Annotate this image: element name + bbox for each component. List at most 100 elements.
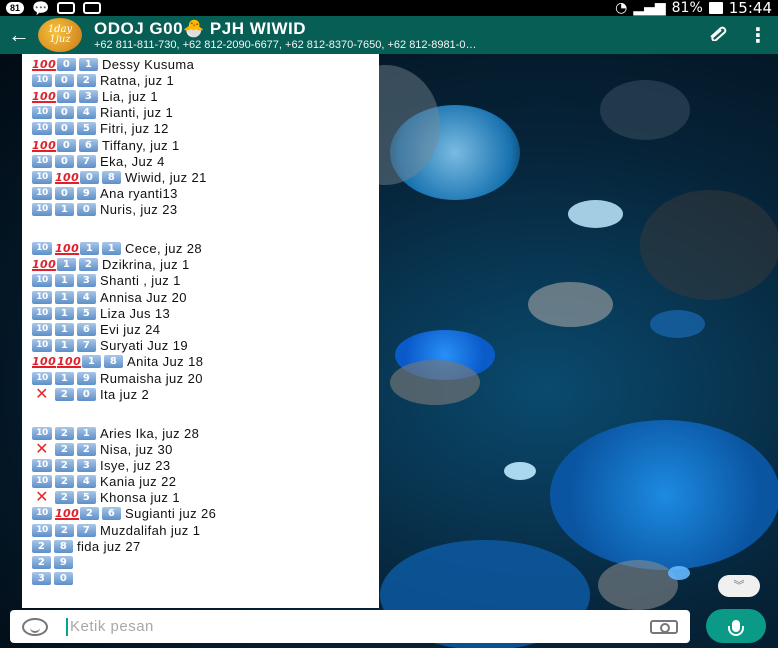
- message-line: 10 100 1 1 Cece, juz 28: [32, 240, 369, 256]
- keycap-icon: 2: [80, 507, 99, 521]
- keycap-icon: 2: [55, 442, 74, 456]
- keycap-icon: 9: [77, 371, 96, 385]
- message-input[interactable]: [70, 618, 650, 635]
- group-name: ODOJ G00🐣 PJH WIWID: [94, 19, 307, 38]
- messenger-icon: 💬: [32, 0, 50, 16]
- keycap-icon: 9: [77, 187, 96, 201]
- member-entry: Dzikrina, juz 1: [102, 257, 190, 273]
- keycap-icon: 2: [77, 73, 96, 87]
- keycap-icon: 2: [32, 556, 51, 570]
- keycap-icon: 0: [57, 138, 76, 152]
- keycap-icon: 1: [55, 290, 74, 304]
- message-line: 10 1 6 Evi juz 24: [32, 321, 369, 337]
- message-line: 10 0 2 Ratna, juz 1: [32, 72, 369, 88]
- wifi-icon: ◔: [615, 0, 628, 16]
- message-line: 10 0 5 Fitri, juz 12: [32, 121, 369, 137]
- member-entry: Tiffany, juz 1: [102, 137, 180, 153]
- member-entry: Rianti, juz 1: [100, 105, 174, 121]
- keycap-icon: 4: [77, 290, 96, 304]
- keycap-icon: 10: [32, 306, 52, 320]
- scroll-down-icon[interactable]: ︾: [718, 575, 760, 597]
- member-entry: Fitri, juz 12: [100, 121, 169, 137]
- group-avatar[interactable]: 1day 1juz: [38, 18, 82, 52]
- keycap-icon: 7: [77, 154, 96, 168]
- keycap-icon: 10: [32, 426, 52, 440]
- member-entry: Liza Jus 13: [100, 305, 171, 321]
- message-line: ✕ 2 0 Ita juz 2: [32, 386, 369, 402]
- hundred-points-icon: 100: [32, 89, 57, 103]
- cross-mark-icon: ✕: [35, 385, 49, 403]
- keycap-icon: 10: [32, 106, 52, 120]
- camera-icon[interactable]: [650, 619, 678, 634]
- keycap-icon: 2: [55, 458, 74, 472]
- chat-title-area[interactable]: ODOJ G00🐣 PJH WIWID +62 811-811-730, +62…: [94, 19, 698, 51]
- keycap-icon: 0: [55, 73, 74, 87]
- keycap-icon: 10: [32, 274, 52, 288]
- keycap-icon: 8: [104, 355, 123, 369]
- message-line: 10 2 7 Muzdalifah juz 1: [32, 522, 369, 538]
- keycap-icon: 1: [55, 339, 74, 353]
- more-vertical-icon[interactable]: ⋮: [738, 23, 778, 48]
- member-entry: Dessy Kusuma: [102, 56, 195, 72]
- keycap-icon: 10: [32, 170, 52, 184]
- member-entry: Shanti , juz 1: [100, 273, 181, 289]
- keycap-icon: 0: [54, 572, 73, 586]
- message-bubble[interactable]: 100 0 1 Dessy Kusuma 10 0 2 Ratna, juz 1 100 0 3 Li…: [22, 54, 379, 608]
- message-line: 30: [32, 571, 369, 587]
- member-entry: Wiwid, juz 21: [125, 169, 207, 185]
- keycap-icon: 0: [57, 89, 76, 103]
- keycap-icon: 2: [79, 258, 98, 272]
- status-bar: 81 💬 ◔ ▂▄▆ 81% 15:44: [0, 0, 778, 17]
- hundred-points-icon: 100: [55, 507, 80, 521]
- keycap-icon: 10: [32, 523, 52, 537]
- hundred-points-icon: 100: [32, 258, 57, 272]
- paperclip-icon[interactable]: [698, 25, 738, 46]
- keycap-icon: 9: [54, 556, 73, 570]
- keycap-icon: 1: [55, 306, 74, 320]
- mic-button[interactable]: [706, 609, 766, 643]
- message-line: 10 100 2 6 Sugianti juz 26: [32, 506, 369, 522]
- member-entry: Muzdalifah juz 1: [100, 522, 201, 538]
- keycap-icon: 1: [77, 426, 96, 440]
- message-input-bar: [10, 610, 690, 643]
- message-line: 10 0 4 Rianti, juz 1: [32, 105, 369, 121]
- keycap-icon: 10: [32, 187, 52, 201]
- member-entry: Rumaisha juz 20: [100, 370, 203, 386]
- keycap-icon: 4: [77, 106, 96, 120]
- keycap-icon: 10: [32, 73, 52, 87]
- message-line: 100 0 3 Lia, juz 1: [32, 88, 369, 104]
- message-line: 10 0 9 Ana ryanti13: [32, 186, 369, 202]
- member-entry: Evi juz 24: [100, 322, 161, 337]
- keycap-icon: 10: [32, 323, 52, 336]
- battery-icon: [708, 2, 723, 14]
- arrow-left-icon[interactable]: ←: [0, 16, 38, 54]
- hundred-points-icon: 100: [57, 355, 82, 369]
- member-entry: Isye, juz 23: [100, 457, 171, 473]
- emoji-icon[interactable]: [22, 617, 48, 636]
- member-entry: Anita Juz 18: [127, 354, 204, 370]
- keycap-icon: 0: [55, 122, 74, 136]
- keycap-icon: 0: [77, 203, 96, 217]
- keycap-icon: 2: [32, 539, 51, 553]
- keycap-icon: 2: [55, 523, 74, 537]
- message-line: ✕ 2 2 Nisa, juz 30: [32, 441, 369, 457]
- keycap-icon: 0: [55, 187, 74, 201]
- message-text: 100 0 1 Dessy Kusuma 10 0 2 Ratna, juz 1 100 0 3 Li…: [32, 56, 369, 587]
- signal-icon: ▂▄▆: [633, 0, 666, 16]
- keycap-icon: 1: [82, 355, 101, 369]
- battery-percent: 81%: [671, 0, 703, 16]
- hundred-points-icon: 100: [55, 242, 80, 256]
- keycap-icon: 1: [80, 242, 99, 256]
- keycap-icon: 10: [32, 371, 52, 385]
- keycap-icon: 6: [77, 323, 96, 336]
- chat-header: ← 1day 1juz ODOJ G00🐣 PJH WIWID +62 811-…: [0, 16, 778, 54]
- message-line: 10 0 7 Eka, Juz 4: [32, 153, 369, 169]
- notification-badge: 81: [6, 2, 25, 14]
- member-entry: Nuris, juz 23: [100, 202, 178, 218]
- keycap-icon: 6: [102, 507, 121, 521]
- keycap-icon: 3: [77, 274, 96, 288]
- message-line: 10 1 7 Suryati Juz 19: [32, 338, 369, 354]
- keycap-icon: 10: [32, 154, 52, 168]
